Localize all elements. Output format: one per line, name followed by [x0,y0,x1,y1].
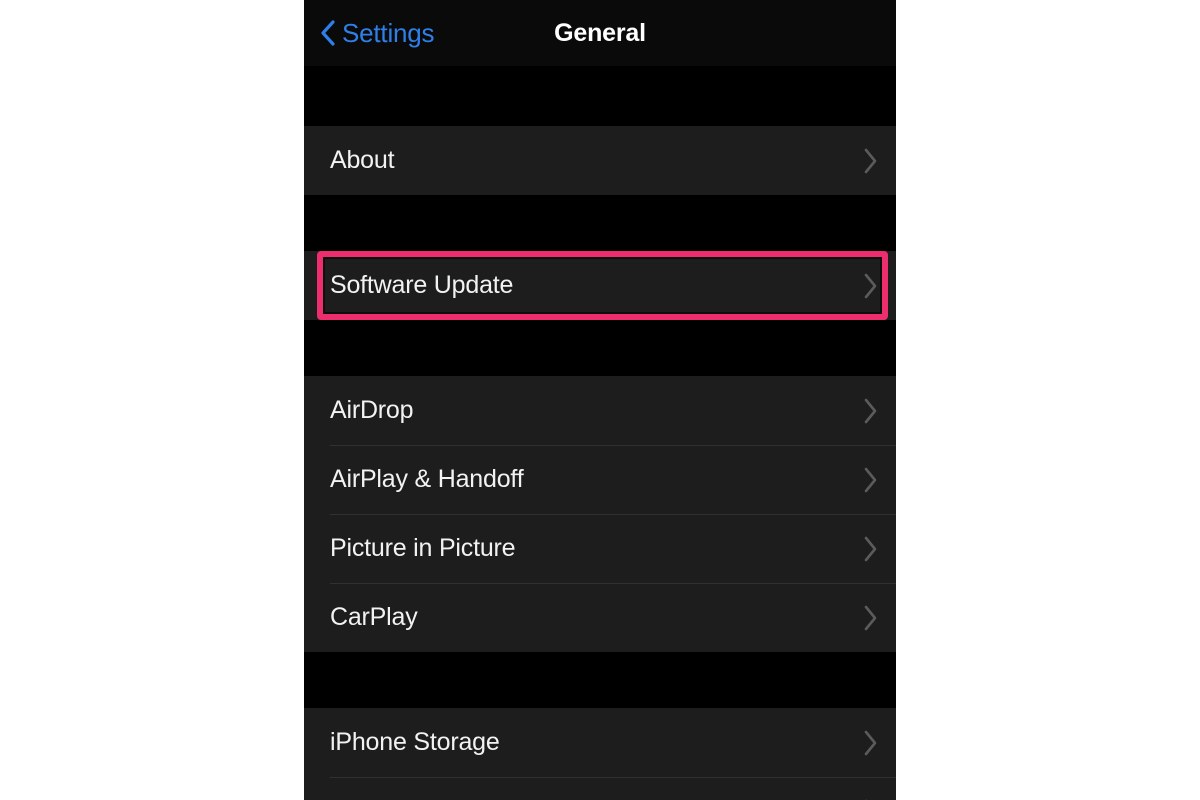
row-label-about: About [330,146,395,174]
settings-row-about[interactable]: About [304,126,896,195]
settings-row-iphone-storage[interactable]: iPhone Storage [304,708,896,777]
settings-group-1: About [304,126,896,195]
chevron-right-icon [862,466,878,494]
chevron-right-icon [862,604,878,632]
settings-group-2: Software Update [304,251,896,320]
iphone-settings-screen: Settings General About Software Update Air… [304,0,896,800]
row-label-iphone-storage: iPhone Storage [330,728,500,756]
settings-row-airplay-handoff[interactable]: AirPlay & Handoff [304,445,896,514]
settings-row-carplay[interactable]: CarPlay [304,583,896,652]
group-spacer-3 [304,652,896,708]
chevron-right-icon [862,729,878,757]
settings-row-background-app-refresh[interactable]: Background App Refresh [304,777,896,800]
back-to-settings-button[interactable]: Settings [304,18,435,48]
navigation-bar: Settings General [304,0,896,66]
chevron-right-icon [862,397,878,425]
chevron-right-icon [862,272,878,300]
row-label-software-update: Software Update [330,271,514,299]
chevron-right-icon [862,147,878,175]
row-label-airplay-handoff: AirPlay & Handoff [330,465,524,493]
group-spacer-0 [304,66,896,126]
group-spacer-1 [304,195,896,251]
chevron-right-icon [862,535,878,563]
settings-row-software-update[interactable]: Software Update [304,251,896,320]
chevron-left-icon [320,20,335,46]
row-label-picture-in-picture: Picture in Picture [330,534,516,562]
row-label-airdrop: AirDrop [330,396,414,424]
group-spacer-2 [304,320,896,376]
settings-group-4: iPhone Storage Background App Refresh [304,708,896,800]
settings-list: About Software Update AirDrop AirPlay & Han… [304,66,896,800]
settings-row-airdrop[interactable]: AirDrop [304,376,896,445]
settings-group-3: AirDrop AirPlay & Handoff Picture in Pictu… [304,376,896,652]
row-label-carplay: CarPlay [330,603,418,631]
settings-row-picture-in-picture[interactable]: Picture in Picture [304,514,896,583]
back-button-label: Settings [342,18,435,48]
